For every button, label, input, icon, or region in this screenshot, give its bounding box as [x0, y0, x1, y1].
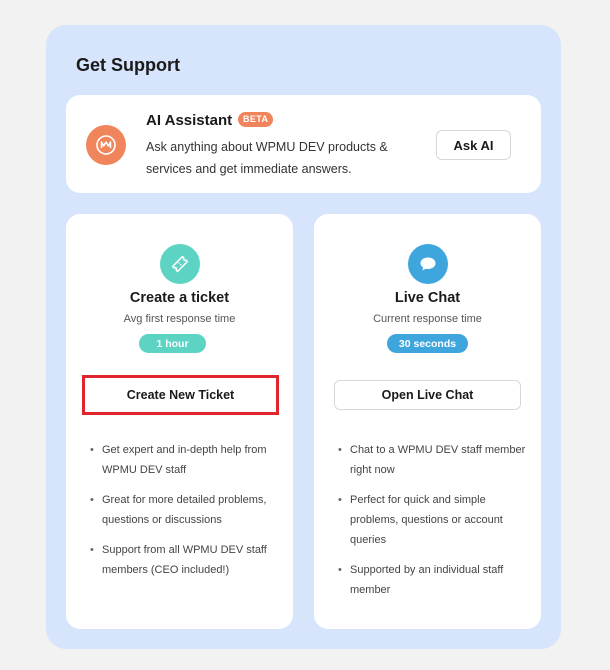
beta-badge: BETA	[238, 112, 274, 127]
ai-assistant-description: Ask anything about WPMU DEV products & s…	[146, 140, 388, 176]
panel-title: Get Support	[76, 55, 180, 75]
open-live-chat-button[interactable]: Open Live Chat	[334, 380, 521, 410]
list-item: Supported by an individual staff member	[338, 560, 528, 600]
chat-bubble-icon	[408, 244, 448, 284]
ticket-benefits-list: Get expert and in-depth help from WPMU D…	[90, 440, 280, 590]
ai-assistant-title: AI Assistant	[146, 112, 233, 129]
support-panel: Get Support AI Assistant BETA Ask anythi…	[46, 25, 561, 649]
ticket-title: Create a ticket	[129, 290, 230, 306]
list-item: Chat to a WPMU DEV staff member right no…	[338, 440, 528, 480]
ticket-icon	[160, 244, 200, 284]
create-ticket-card: Create a ticket Avg first response time …	[66, 214, 293, 629]
chat-response-time-badge: 30 seconds	[387, 334, 468, 353]
ask-ai-button[interactable]: Ask AI	[436, 130, 511, 160]
wpmu-dev-logo-icon	[86, 125, 126, 165]
list-item: Support from all WPMU DEV staff members …	[90, 540, 280, 580]
create-new-ticket-button[interactable]: Create New Ticket	[82, 375, 279, 415]
live-chat-card: Live Chat Current response time 30 secon…	[314, 214, 541, 629]
chat-subtitle: Current response time	[373, 313, 482, 325]
chat-benefits-list: Chat to a WPMU DEV staff member right no…	[338, 440, 528, 610]
list-item: Great for more detailed problems, questi…	[90, 490, 280, 530]
ticket-response-time-badge: 1 hour	[139, 334, 206, 353]
list-item: Perfect for quick and simple problems, q…	[338, 490, 528, 550]
ai-assistant-card: AI Assistant BETA Ask anything about WPM…	[66, 95, 541, 193]
list-item: Get expert and in-depth help from WPMU D…	[90, 440, 280, 480]
ticket-subtitle: Avg first response time	[123, 313, 236, 325]
chat-title: Live Chat	[394, 290, 461, 306]
